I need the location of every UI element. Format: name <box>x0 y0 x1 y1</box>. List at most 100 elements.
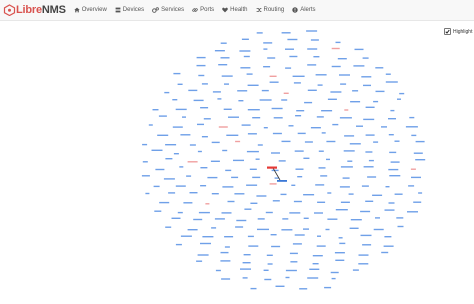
device-node[interactable] <box>175 185 186 187</box>
device-node[interactable] <box>356 125 363 127</box>
device-node[interactable] <box>388 118 396 120</box>
device-node[interactable] <box>200 167 208 169</box>
device-node[interactable] <box>303 157 310 159</box>
device-node[interactable] <box>226 134 239 136</box>
device-node[interactable] <box>175 108 187 111</box>
device-node[interactable] <box>339 186 350 188</box>
device-node[interactable] <box>361 76 372 78</box>
device-node[interactable] <box>362 57 369 59</box>
device-node[interactable] <box>397 225 404 228</box>
device-node[interactable] <box>193 218 203 221</box>
device-node[interactable] <box>335 41 341 44</box>
device-node[interactable] <box>272 132 282 135</box>
device-node[interactable] <box>175 243 182 246</box>
device-node[interactable] <box>165 158 173 160</box>
device-node[interactable] <box>165 144 177 146</box>
device-node[interactable] <box>413 201 422 203</box>
device-node[interactable] <box>331 47 340 50</box>
device-node[interactable] <box>281 99 288 101</box>
device-node[interactable] <box>142 161 148 163</box>
device-node[interactable] <box>326 158 330 161</box>
device-node[interactable] <box>241 38 249 40</box>
device-node[interactable] <box>320 175 328 177</box>
device-node[interactable] <box>214 218 225 220</box>
device-node[interactable] <box>388 202 395 204</box>
device-node[interactable] <box>408 185 415 187</box>
device-node[interactable] <box>266 254 273 256</box>
device-node[interactable] <box>385 73 391 75</box>
device-node[interactable] <box>278 160 286 162</box>
device-node[interactable] <box>375 217 380 219</box>
device-node[interactable] <box>307 48 318 50</box>
device-node[interactable] <box>327 218 338 220</box>
device-node[interactable] <box>316 116 324 118</box>
device-node[interactable] <box>179 166 184 168</box>
device-node[interactable] <box>335 259 345 261</box>
device-node[interactable] <box>389 175 401 177</box>
device-node[interactable] <box>394 140 400 142</box>
device-node[interactable] <box>269 81 279 83</box>
device-node[interactable] <box>275 285 285 287</box>
device-node[interactable] <box>263 269 269 271</box>
device-node[interactable] <box>291 184 296 186</box>
device-node[interactable] <box>224 246 230 248</box>
device-node[interactable] <box>221 278 231 280</box>
device-node[interactable] <box>189 192 198 194</box>
device-node[interactable] <box>334 252 345 254</box>
device-node[interactable] <box>407 211 418 213</box>
device-node[interactable] <box>368 159 374 162</box>
device-node[interactable] <box>247 133 257 135</box>
device-node[interactable] <box>315 74 327 76</box>
device-node[interactable] <box>363 166 374 168</box>
device-node[interactable] <box>269 75 277 77</box>
device-node[interactable] <box>415 159 426 161</box>
device-node[interactable] <box>187 161 198 163</box>
device-node[interactable] <box>211 193 219 195</box>
device-node[interactable] <box>180 235 192 237</box>
device-node[interactable] <box>293 82 301 84</box>
device-node[interactable] <box>263 42 273 44</box>
device-node[interactable] <box>250 287 257 290</box>
device-node[interactable] <box>252 117 261 119</box>
device-node[interactable] <box>375 90 385 93</box>
device-node[interactable] <box>373 100 379 103</box>
device-node[interactable] <box>263 48 268 50</box>
device-node[interactable] <box>238 100 244 102</box>
device-node[interactable] <box>413 152 423 154</box>
device-node[interactable] <box>171 217 181 219</box>
device-node[interactable] <box>214 50 225 52</box>
device-node[interactable] <box>173 72 181 75</box>
device-node[interactable] <box>236 219 247 222</box>
device-node[interactable] <box>234 193 245 195</box>
device-node[interactable] <box>396 217 404 219</box>
device-node[interactable] <box>218 64 228 66</box>
device-node[interactable] <box>141 175 150 177</box>
device-node[interactable] <box>317 201 326 203</box>
nav-services[interactable]: Services <box>152 7 184 13</box>
device-node[interactable] <box>197 150 202 153</box>
device-node[interactable] <box>353 65 365 67</box>
device-node[interactable] <box>303 194 315 196</box>
highlighted-device-node[interactable] <box>267 166 277 169</box>
device-node[interactable] <box>225 169 232 172</box>
device-node[interactable] <box>237 90 248 92</box>
device-node[interactable] <box>385 186 390 188</box>
device-node[interactable] <box>312 255 323 257</box>
device-node[interactable] <box>314 212 323 214</box>
device-node[interactable] <box>271 245 281 248</box>
device-node[interactable] <box>358 254 369 256</box>
device-node[interactable] <box>337 58 347 60</box>
device-node[interactable] <box>242 262 251 264</box>
device-node[interactable] <box>228 116 239 118</box>
device-node[interactable] <box>283 92 289 94</box>
device-node[interactable] <box>363 118 375 121</box>
device-node[interactable] <box>327 98 337 100</box>
device-node[interactable] <box>318 150 324 152</box>
device-node[interactable] <box>274 177 279 179</box>
device-node[interactable] <box>290 261 298 263</box>
device-node[interactable] <box>267 57 276 59</box>
device-node[interactable] <box>217 98 222 100</box>
device-node[interactable] <box>201 83 208 85</box>
device-node[interactable] <box>211 141 220 144</box>
device-node[interactable] <box>347 160 353 162</box>
